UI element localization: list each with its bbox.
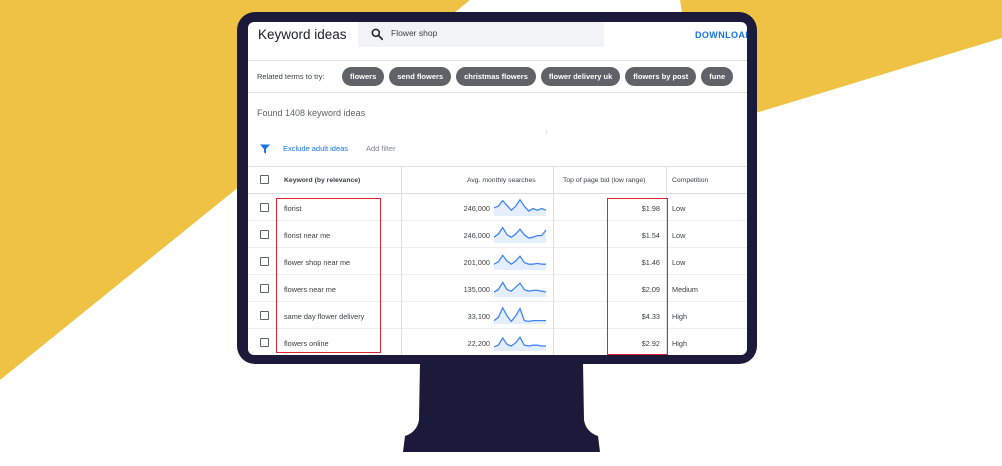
- trend-sparkline: [493, 336, 546, 351]
- table-row[interactable]: same day flower delivery 33,100 $4.33 High: [248, 302, 747, 329]
- avg-monthly-searches-cell: 33,100: [467, 312, 490, 321]
- related-terms-label: Related terms to try:: [257, 72, 325, 81]
- column-header-keyword[interactable]: Keyword (by relevance): [284, 167, 360, 194]
- trend-sparkline: [493, 281, 547, 297]
- top-of-page-bid-low-cell: $4.33: [641, 312, 660, 321]
- trend-sparkline: [493, 306, 546, 324]
- related-terms-bar: Related terms to try: flowers send flower…: [248, 60, 747, 93]
- top-of-page-bid-low-cell: $1.46: [641, 258, 660, 267]
- related-term-chip[interactable]: flowers: [342, 67, 385, 86]
- related-term-chip[interactable]: send flowers: [389, 67, 452, 86]
- keyword-table: Keyword (by relevance) Avg. monthly sear…: [248, 166, 747, 355]
- table-row[interactable]: flowers online 22,200 $2.92 High: [248, 329, 747, 355]
- competition-cell: Low: [672, 204, 686, 213]
- related-term-chip[interactable]: christmas flowers: [456, 67, 536, 86]
- column-header-avg-monthly-searches[interactable]: Avg. monthly searches: [467, 167, 536, 194]
- page-title: Keyword ideas: [258, 27, 347, 42]
- keyword-cell: flowers near me: [284, 285, 336, 294]
- add-filter-button[interactable]: Add filter: [366, 144, 396, 153]
- column-divider: [401, 166, 402, 355]
- avg-monthly-searches-cell: 246,000: [463, 204, 490, 213]
- top-of-page-bid-low-cell: $2.92: [641, 339, 660, 348]
- row-checkbox[interactable]: [260, 311, 269, 320]
- results-count: Found 1408 keyword ideas: [257, 108, 366, 118]
- select-all-checkbox[interactable]: [260, 175, 269, 184]
- column-divider: [666, 166, 667, 355]
- exclude-adult-ideas-filter[interactable]: Exclude adult ideas: [283, 144, 348, 153]
- column-header-competition[interactable]: Competition: [672, 167, 708, 194]
- row-checkbox[interactable]: [260, 338, 269, 347]
- row-checkbox[interactable]: [260, 284, 269, 293]
- table-row[interactable]: florist near me 246,000 $1.54 Low: [248, 221, 747, 248]
- table-row[interactable]: florist 246,000 $1.98 Low: [248, 194, 747, 221]
- top-of-page-bid-low-cell: $1.98: [641, 204, 660, 213]
- header: Keyword ideas Flower shop DOWNLOAD: [248, 22, 747, 60]
- row-checkbox[interactable]: [260, 203, 269, 212]
- row-checkbox[interactable]: [260, 257, 269, 266]
- related-terms-chips: flowers send flowers christmas flowers flow…: [342, 67, 734, 86]
- download-button[interactable]: DOWNLOAD: [695, 30, 747, 40]
- keyword-cell: florist near me: [284, 231, 331, 240]
- top-of-page-bid-low-cell: $2.09: [641, 285, 660, 294]
- trend-sparkline: [493, 226, 547, 243]
- table-row[interactable]: flower shop near me 201,000 $1.46 Low: [248, 248, 747, 275]
- competition-cell: Low: [672, 231, 686, 240]
- search-value: Flower shop: [391, 28, 438, 38]
- keyword-cell: flowers online: [284, 339, 329, 348]
- avg-monthly-searches-cell: 246,000: [463, 231, 490, 240]
- table-row[interactable]: flowers near me 135,000 $2.09 Medium: [248, 275, 747, 302]
- avg-monthly-searches-cell: 22,200: [467, 339, 490, 348]
- table-header: Keyword (by relevance) Avg. monthly sear…: [248, 166, 747, 194]
- column-header-top-of-page-bid-low[interactable]: Top of page bid (low range): [563, 167, 645, 194]
- competition-cell: Medium: [672, 285, 698, 294]
- search-input[interactable]: Flower shop: [358, 22, 604, 47]
- related-term-chip[interactable]: flower delivery uk: [540, 67, 621, 86]
- keyword-cell: florist: [284, 204, 302, 213]
- filter-icon[interactable]: [259, 143, 271, 155]
- top-of-page-bid-low-cell: $1.54: [641, 231, 660, 240]
- related-term-chip[interactable]: flowers by post: [625, 67, 697, 86]
- keyword-cell: flower shop near me: [284, 258, 351, 267]
- avg-monthly-searches-cell: 201,000: [463, 258, 490, 267]
- keyword-cell: same day flower delivery: [284, 312, 365, 321]
- divider: [546, 130, 547, 134]
- related-term-chip[interactable]: fune: [701, 67, 734, 86]
- monitor-stand: [403, 362, 600, 452]
- competition-cell: High: [672, 339, 688, 348]
- search-icon: [371, 28, 384, 41]
- competition-cell: Low: [672, 258, 686, 267]
- competition-cell: High: [672, 312, 688, 321]
- column-divider: [553, 166, 554, 355]
- trend-sparkline: [493, 198, 547, 216]
- trend-sparkline: [493, 254, 546, 270]
- row-checkbox[interactable]: [260, 230, 269, 239]
- keyword-planner-screen: Keyword ideas Flower shop DOWNLOAD Relat…: [248, 22, 747, 355]
- avg-monthly-searches-cell: 135,000: [463, 285, 490, 294]
